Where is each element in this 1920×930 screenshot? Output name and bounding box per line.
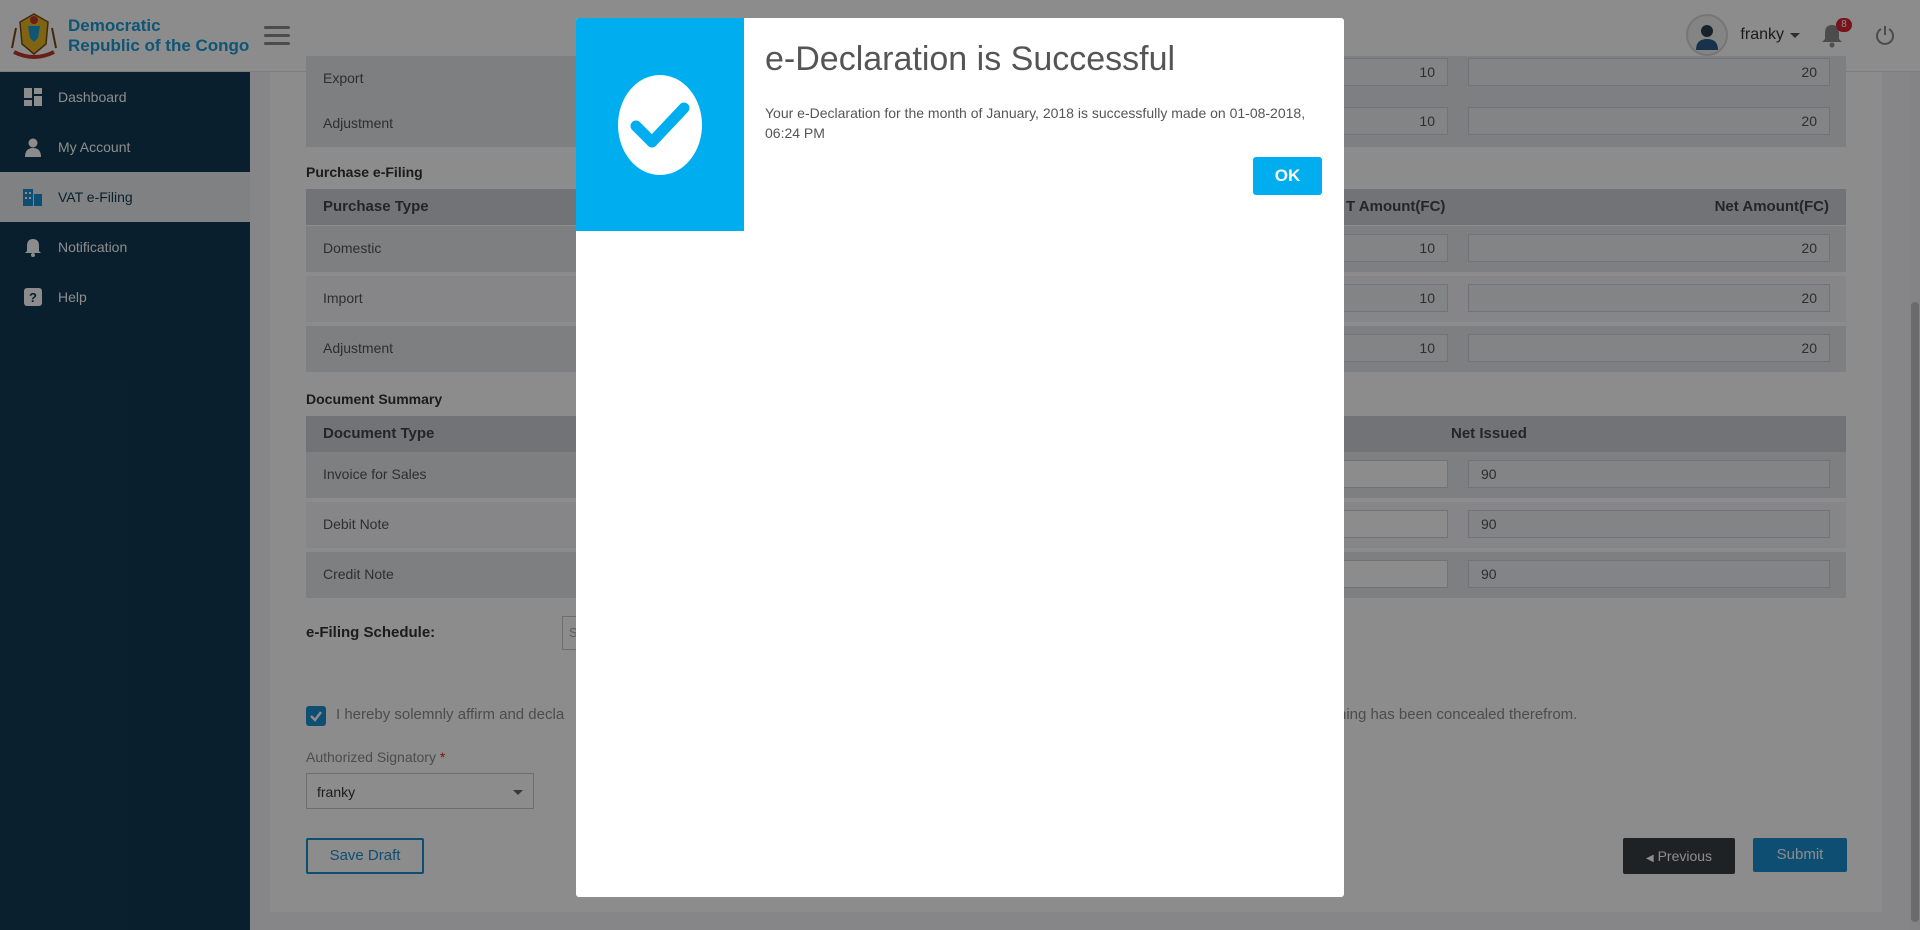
success-dialog: e-Declaration is Successful Your e-Decla…: [576, 18, 1344, 897]
ok-button[interactable]: OK: [1253, 157, 1322, 195]
success-check-icon: [618, 74, 702, 175]
dialog-title: e-Declaration is Successful: [765, 40, 1176, 78]
dialog-message: Your e-Declaration for the month of Janu…: [765, 105, 1306, 141]
success-icon-panel: [576, 18, 744, 231]
